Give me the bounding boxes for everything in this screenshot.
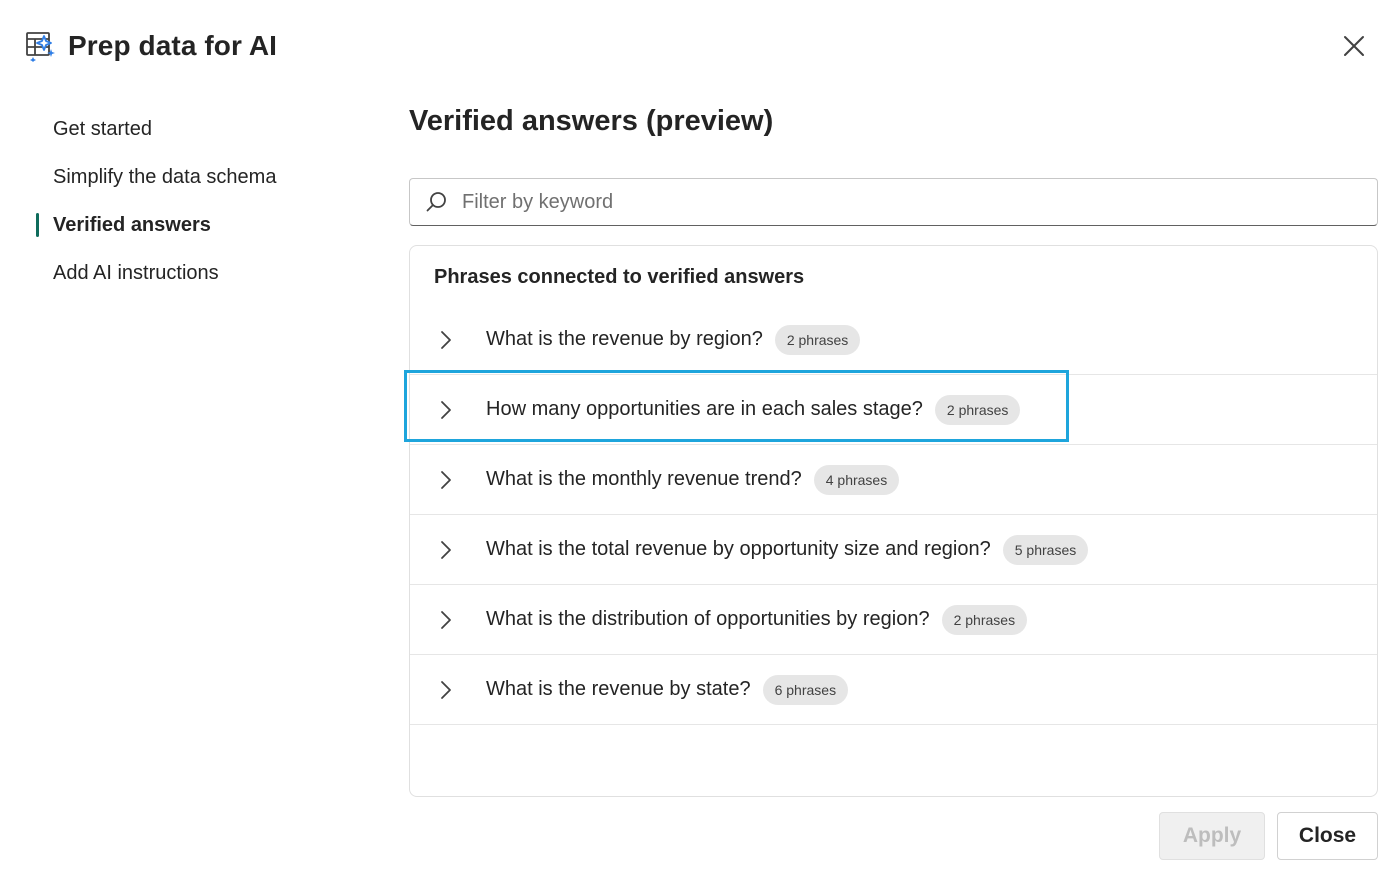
phrase-count-badge: 4 phrases — [813, 464, 900, 495]
dialog-header: Prep data for AI — [24, 24, 277, 68]
prep-data-ai-icon — [24, 29, 56, 63]
phrase-count-badge: 5 phrases — [1002, 534, 1089, 565]
prep-data-dialog: Prep data for AI Get started Simplify th… — [0, 0, 1389, 881]
question-text: What is the distribution of opportunitie… — [486, 608, 930, 630]
question-text: How many opportunities are in each sales… — [486, 398, 923, 420]
close-icon[interactable] — [1341, 33, 1367, 59]
close-button[interactable]: Close — [1277, 812, 1378, 860]
list-item[interactable]: What is the revenue by state? 6 phrases — [410, 655, 1377, 725]
verified-answers-list: What is the revenue by region? 2 phrases… — [410, 305, 1377, 725]
sidebar-item-label: Add AI instructions — [53, 261, 219, 284]
list-item[interactable]: How many opportunities are in each sales… — [410, 375, 1377, 445]
search-box[interactable] — [409, 178, 1378, 226]
chevron-right-icon[interactable] — [436, 680, 456, 700]
sidebar-item-label: Verified answers — [53, 213, 211, 236]
apply-button[interactable]: Apply — [1159, 812, 1265, 860]
chevron-right-icon[interactable] — [436, 400, 456, 420]
panel-title: Phrases connected to verified answers — [434, 266, 805, 288]
phrase-count-badge: 2 phrases — [941, 604, 1028, 635]
sidebar-item-verified-answers[interactable]: Verified answers — [36, 201, 366, 249]
question-text: What is the monthly revenue trend? — [486, 468, 802, 490]
phrase-count-badge: 6 phrases — [762, 674, 849, 705]
search-icon — [426, 191, 448, 213]
sidebar-item-ai-instructions[interactable]: Add AI instructions — [36, 249, 366, 297]
list-item[interactable]: What is the revenue by region? 2 phrases — [410, 305, 1377, 375]
dialog-title: Prep data for AI — [68, 30, 278, 61]
phrase-count-badge: 2 phrases — [934, 394, 1021, 425]
chevron-right-icon[interactable] — [436, 470, 456, 490]
phrase-count-badge: 2 phrases — [774, 324, 861, 355]
sidebar-item-label: Simplify the data schema — [53, 165, 277, 188]
list-item[interactable]: What is the total revenue by opportunity… — [410, 515, 1377, 585]
question-text: What is the revenue by region? — [486, 328, 763, 350]
list-item[interactable]: What is the distribution of opportunitie… — [410, 585, 1377, 655]
question-text: What is the revenue by state? — [486, 678, 751, 700]
chevron-right-icon[interactable] — [436, 610, 456, 630]
sidebar-nav: Get started Simplify the data schema Ver… — [36, 105, 366, 297]
question-text: What is the total revenue by opportunity… — [486, 538, 991, 560]
sidebar-item-get-started[interactable]: Get started — [36, 105, 366, 153]
search-input[interactable] — [460, 189, 1344, 215]
list-item[interactable]: What is the monthly revenue trend? 4 phr… — [410, 445, 1377, 515]
sidebar-item-label: Get started — [53, 117, 152, 140]
chevron-right-icon[interactable] — [436, 540, 456, 560]
main-content: Verified answers (preview) Phrases conne… — [409, 96, 1378, 797]
verified-answers-panel: Phrases connected to verified answers Wh… — [409, 245, 1378, 797]
sidebar-item-simplify-schema[interactable]: Simplify the data schema — [36, 153, 366, 201]
page-title: Verified answers (preview) — [409, 105, 774, 137]
chevron-right-icon[interactable] — [436, 330, 456, 350]
